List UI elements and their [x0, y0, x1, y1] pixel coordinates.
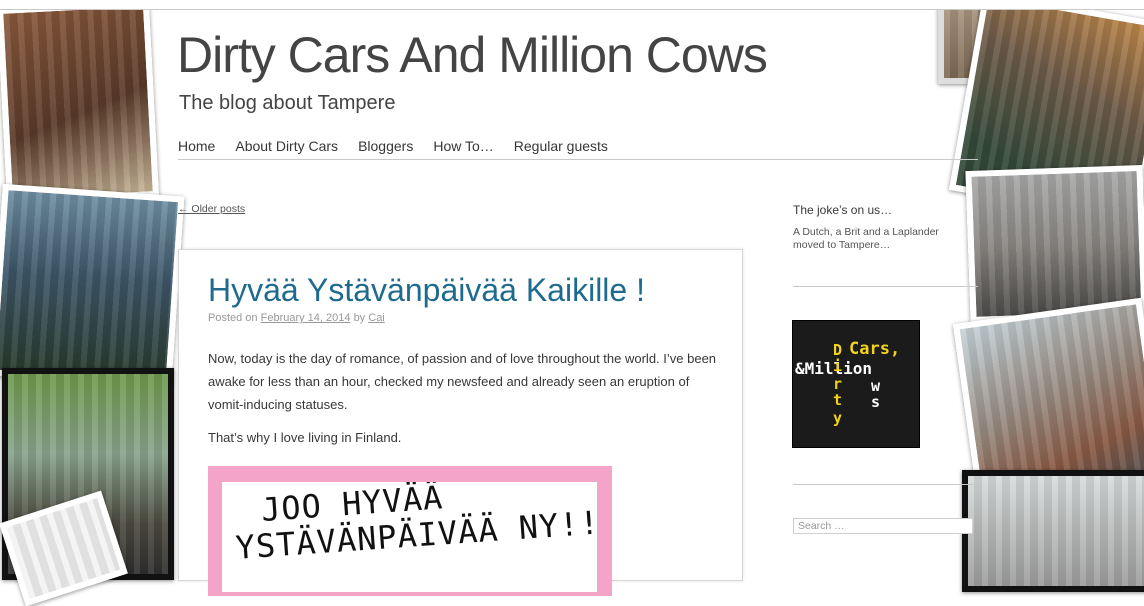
post-image-inner: JOO HYVÄÄ YSTÄVÄNPÄIVÄÄ NY!!: [222, 482, 597, 592]
photo-brick-building: [0, 0, 160, 205]
post-article: Hyvää Ystävänpäivää Kaikille ! Posted on…: [178, 249, 743, 596]
blog-logo-image[interactable]: D Cars, &Million r w t s y i: [793, 321, 919, 447]
main-navigation: Home About Dirty Cars Bloggers How To… R…: [178, 138, 628, 154]
site-title[interactable]: Dirty Cars And Million Cows: [177, 30, 768, 80]
nav-bloggers[interactable]: Bloggers: [358, 138, 413, 154]
sidebar-divider: [793, 484, 978, 485]
search-input[interactable]: [793, 518, 973, 534]
sidebar-divider: [793, 286, 978, 287]
top-border: [0, 0, 1144, 10]
logo-letter: s: [871, 393, 881, 411]
post-image-text: JOO HYVÄÄ YSTÄVÄNPÄIVÄÄ NY!!: [232, 482, 597, 567]
photo-apartment-blocks: [965, 164, 1144, 324]
photo-street-car: [0, 183, 185, 389]
nav-how-to[interactable]: How To…: [433, 138, 493, 154]
meta-prefix: Posted on: [208, 312, 258, 324]
nav-divider: [178, 159, 978, 160]
logo-letter: i: [833, 357, 843, 375]
post-content: Now, today is the day of romance, of pas…: [208, 347, 728, 459]
site-description: The blog about Tampere: [179, 92, 396, 114]
nav-regular-guests[interactable]: Regular guests: [514, 138, 608, 154]
post-author-link[interactable]: Cai: [368, 312, 385, 324]
meta-by: by: [353, 312, 366, 324]
photo-buildings: [962, 470, 1144, 592]
nav-home[interactable]: Home: [178, 138, 215, 154]
post-paragraph: Now, today is the day of romance, of pas…: [208, 351, 717, 412]
sidebar-widget-title: The joke’s on us…: [793, 203, 893, 217]
older-posts-link[interactable]: ← Older posts: [178, 203, 245, 215]
post-image[interactable]: JOO HYVÄÄ YSTÄVÄNPÄIVÄÄ NY!!: [208, 466, 612, 596]
post-paragraph: That’s why I love living in Finland.: [208, 430, 402, 445]
post-date-link[interactable]: February 14, 2014: [261, 312, 351, 324]
nav-about-dirty-cars[interactable]: About Dirty Cars: [235, 138, 338, 154]
post-title[interactable]: Hyvää Ystävänpäivää Kaikille !: [208, 272, 645, 309]
logo-letter: y: [833, 409, 843, 427]
logo-letter: t: [833, 391, 843, 409]
sidebar-widget-text: A Dutch, a Brit and a Laplander moved to…: [793, 226, 939, 251]
post-meta: Posted on February 14, 2014 by Cai: [208, 312, 385, 324]
logo-cars-word: Cars,: [849, 339, 901, 359]
